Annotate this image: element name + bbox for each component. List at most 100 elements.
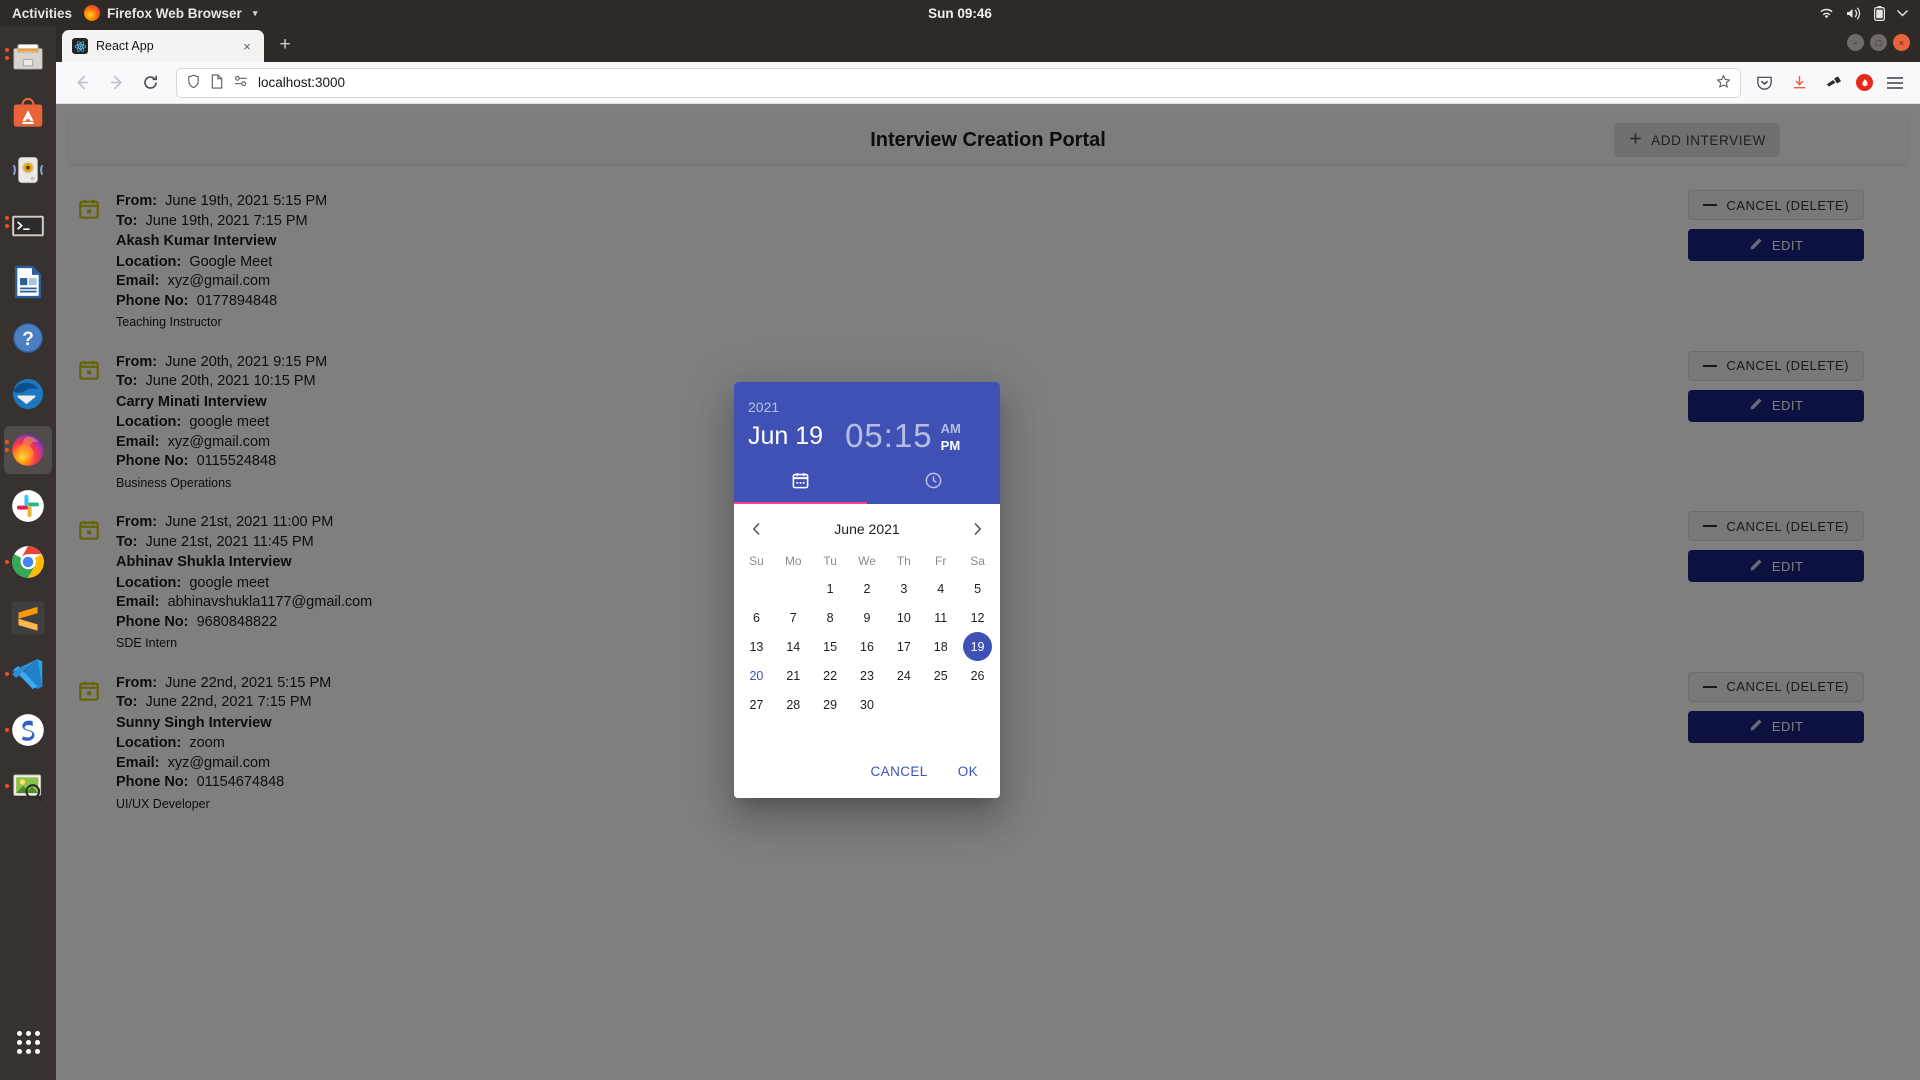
ubuntu-dock: ? — [0, 26, 56, 1080]
calendar-day-label: 8 — [826, 610, 834, 625]
calendar-day-12[interactable]: 12 — [959, 603, 996, 632]
close-window-button[interactable]: × — [1893, 34, 1910, 51]
page-info-icon[interactable] — [210, 73, 224, 92]
calendar-day-label: 25 — [933, 668, 948, 683]
pm-toggle[interactable]: PM — [941, 437, 961, 454]
calendar-day-14[interactable]: 14 — [775, 632, 812, 661]
picker-ok-button[interactable]: OK — [946, 757, 990, 786]
close-tab-icon[interactable]: × — [238, 37, 256, 55]
calendar-day-22[interactable]: 22 — [812, 661, 849, 690]
dock-item-visual-studio-code[interactable] — [4, 650, 52, 698]
dock-item-thunderbird[interactable] — [4, 370, 52, 418]
dock-item-files[interactable] — [4, 34, 52, 82]
calendar-day-20[interactable]: 20 — [738, 661, 775, 690]
calendar-day-25[interactable]: 25 — [922, 661, 959, 690]
date-tab[interactable] — [734, 462, 867, 504]
running-indicator — [5, 440, 9, 444]
running-indicator — [5, 56, 9, 60]
gnome-top-bar: Activities Firefox Web Browser ▾ Sun 09:… — [0, 0, 1920, 26]
running-indicator — [5, 48, 9, 52]
dock-item-rhythmbox[interactable] — [4, 146, 52, 194]
weekday-header: Tu — [823, 554, 837, 568]
calendar-day-15[interactable]: 15 — [812, 632, 849, 661]
weekday-header: Su — [749, 554, 764, 568]
reload-icon[interactable] — [134, 68, 166, 98]
calendar-day-4[interactable]: 4 — [922, 574, 959, 603]
dock-item-image-viewer[interactable] — [4, 762, 52, 810]
calendar-day-21[interactable]: 21 — [775, 661, 812, 690]
weekday-header: Mo — [784, 554, 802, 568]
dock-item-help[interactable]: ? — [4, 314, 52, 362]
dock-item-firefox[interactable] — [4, 426, 52, 474]
calendar-day-label: 9 — [863, 610, 871, 625]
running-indicator — [5, 224, 9, 228]
picker-time-value[interactable]: 05:15 — [845, 418, 933, 454]
weekday-header: Fr — [935, 554, 947, 568]
am-toggle[interactable]: AM — [941, 420, 961, 437]
dock-item-ubuntu-software[interactable] — [4, 90, 52, 138]
hamburger-menu-icon[interactable] — [1882, 70, 1908, 96]
account-avatar[interactable] — [1856, 74, 1873, 91]
dock-item-slack[interactable] — [4, 482, 52, 530]
shield-icon[interactable] — [186, 74, 201, 92]
calendar-day-3[interactable]: 3 — [885, 574, 922, 603]
show-applications-button[interactable] — [4, 1018, 52, 1066]
calendar-day-28[interactable]: 28 — [775, 690, 812, 719]
calendar-day-29[interactable]: 29 — [812, 690, 849, 719]
rhythmbox-icon — [12, 156, 44, 184]
calendar-day-11[interactable]: 11 — [922, 603, 959, 632]
star-icon[interactable] — [1716, 73, 1731, 92]
picker-mode-tabs — [734, 462, 1000, 504]
calendar-day-label: 1 — [826, 581, 834, 596]
calendar-day-2[interactable]: 2 — [849, 574, 886, 603]
extension-icon[interactable] — [1821, 70, 1847, 96]
calendar-day-23[interactable]: 23 — [849, 661, 886, 690]
tab-title: React App — [96, 39, 154, 53]
maximize-button[interactable]: □ — [1870, 34, 1887, 51]
calendar-day-27[interactable]: 27 — [738, 690, 775, 719]
weekday-header: Sa — [970, 554, 985, 568]
forward-icon[interactable] — [100, 68, 132, 98]
new-tab-button[interactable]: + — [270, 30, 300, 60]
picker-date-value[interactable]: Jun 19 — [748, 418, 823, 454]
minimize-button[interactable]: − — [1847, 34, 1864, 51]
back-icon[interactable] — [66, 68, 98, 98]
calendar-day-7[interactable]: 7 — [775, 603, 812, 632]
calendar-day-24[interactable]: 24 — [885, 661, 922, 690]
tracking-protection-icon[interactable] — [233, 74, 249, 91]
picker-year[interactable]: 2021 — [748, 398, 986, 416]
slack-icon — [12, 490, 44, 522]
chevron-right-icon[interactable] — [964, 516, 990, 542]
calendar-day-13[interactable]: 13 — [738, 632, 775, 661]
calendar-day-1[interactable]: 1 — [812, 574, 849, 603]
browser-tab-react-app[interactable]: React App × — [62, 30, 264, 62]
downloads-icon[interactable] — [1786, 70, 1812, 96]
calendar-day-5[interactable]: 5 — [959, 574, 996, 603]
calendar-day-8[interactable]: 8 — [812, 603, 849, 632]
dock-item-terminal[interactable] — [4, 202, 52, 250]
calendar-day-26[interactable]: 26 — [959, 661, 996, 690]
calendar-day-16[interactable]: 16 — [849, 632, 886, 661]
clock[interactable]: Sun 09:46 — [0, 6, 1920, 21]
picker-cancel-button[interactable]: CANCEL — [859, 757, 940, 786]
dock-item-google-chrome[interactable] — [4, 538, 52, 586]
url-text[interactable]: localhost:3000 — [258, 75, 1707, 90]
calendar-day-10[interactable]: 10 — [885, 603, 922, 632]
calendar-day-30[interactable]: 30 — [849, 690, 886, 719]
calendar-grid: 1 2 3 4 5 6 7 8 9 10 11 12 13 14 15 16 17 18 19 20 21 22 23 24 2… — [734, 574, 1000, 719]
calendar-day-label: 12 — [970, 610, 985, 625]
dock-item-sublime-text[interactable] — [4, 594, 52, 642]
dock-item-libreoffice-writer[interactable] — [4, 258, 52, 306]
calendar-day-19[interactable]: 19 — [959, 632, 996, 661]
chevron-left-icon[interactable] — [744, 516, 770, 542]
calendar-day-17[interactable]: 17 — [885, 632, 922, 661]
dock-item-simplenote[interactable] — [4, 706, 52, 754]
pocket-icon[interactable] — [1751, 70, 1777, 96]
calendar-day-label: 19 — [963, 632, 993, 661]
calendar-day-6[interactable]: 6 — [738, 603, 775, 632]
files-icon — [13, 44, 43, 70]
calendar-day-9[interactable]: 9 — [849, 603, 886, 632]
time-tab[interactable] — [867, 462, 1000, 504]
calendar-day-18[interactable]: 18 — [922, 632, 959, 661]
address-bar[interactable]: localhost:3000 — [176, 67, 1741, 98]
